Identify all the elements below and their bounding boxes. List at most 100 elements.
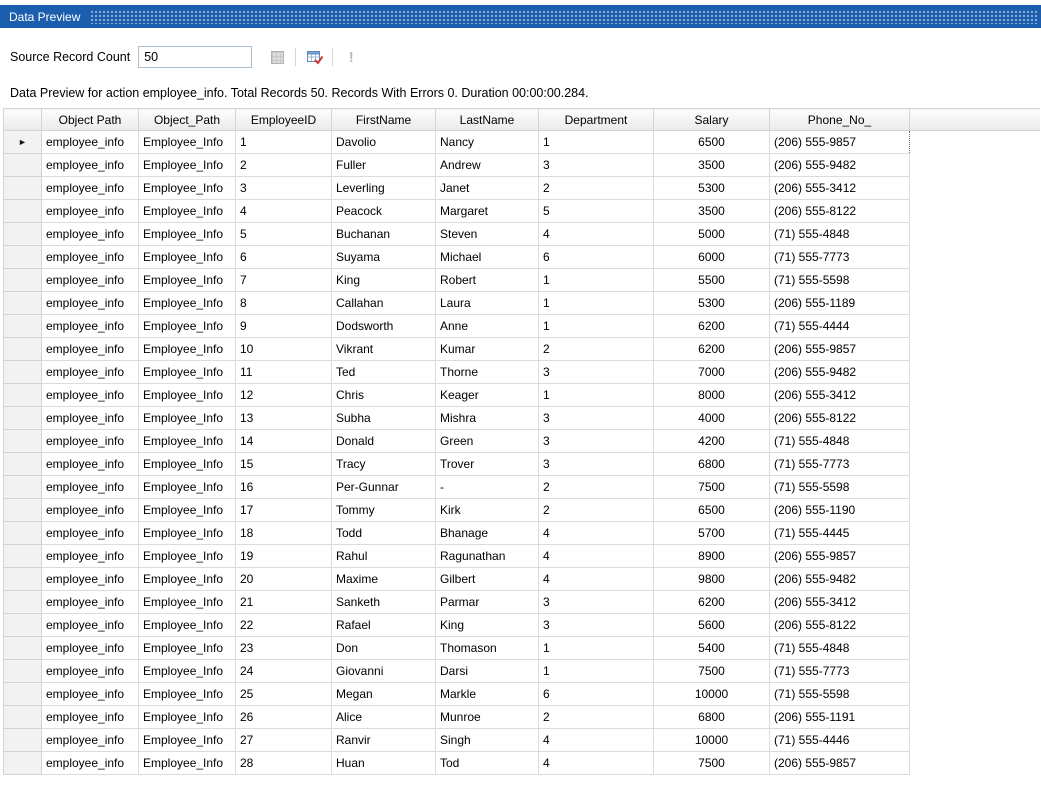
cell-object-path[interactable]: Employee_Info: [138, 567, 236, 591]
cell-object-path[interactable]: Employee_Info: [138, 590, 236, 614]
cell-object-path[interactable]: employee_info: [41, 544, 139, 568]
cell-lastname[interactable]: Trover: [435, 452, 539, 476]
cell-firstname[interactable]: Maxime: [331, 567, 436, 591]
cell-phone-no[interactable]: (206) 555-9857: [769, 130, 910, 154]
cell-phone-no[interactable]: (71) 555-4848: [769, 429, 910, 453]
cell-department[interactable]: 4: [538, 751, 654, 775]
cell-phone-no[interactable]: (71) 555-4445: [769, 521, 910, 545]
cell-employeeid[interactable]: 18: [235, 521, 332, 545]
column-header-employeeid[interactable]: EmployeeID: [235, 108, 332, 131]
column-header-lastname[interactable]: LastName: [435, 108, 539, 131]
cell-employeeid[interactable]: 13: [235, 406, 332, 430]
cell-phone-no[interactable]: (206) 555-1191: [769, 705, 910, 729]
export-grid-button[interactable]: [266, 46, 288, 68]
cell-employeeid[interactable]: 14: [235, 429, 332, 453]
cell-object-path[interactable]: Employee_Info: [138, 498, 236, 522]
cell-object-path[interactable]: employee_info: [41, 728, 139, 752]
cell-firstname[interactable]: Callahan: [331, 291, 436, 315]
cell-object-path[interactable]: employee_info: [41, 475, 139, 499]
cell-phone-no[interactable]: (71) 555-5598: [769, 475, 910, 499]
table-row[interactable]: employee_info Employee_Info 25 Megan Markle 6…: [3, 682, 1040, 706]
cell-lastname[interactable]: Markle: [435, 682, 539, 706]
cell-object-path[interactable]: employee_info: [41, 153, 139, 177]
cell-object-path[interactable]: Employee_Info: [138, 544, 236, 568]
cell-salary[interactable]: 6800: [653, 452, 770, 476]
cell-lastname[interactable]: Green: [435, 429, 539, 453]
table-row[interactable]: employee_info Employee_Info 14 Donald Green 3…: [3, 429, 1040, 453]
cell-employeeid[interactable]: 19: [235, 544, 332, 568]
table-row[interactable]: employee_info Employee_Info 20 Maxime Gilber…: [3, 567, 1040, 591]
cell-object-path[interactable]: employee_info: [41, 383, 139, 407]
table-row[interactable]: employee_info Employee_Info 8 Callahan Laura…: [3, 291, 1040, 315]
row-selector[interactable]: [3, 659, 42, 683]
cell-department[interactable]: 1: [538, 659, 654, 683]
cell-object-path[interactable]: employee_info: [41, 222, 139, 246]
table-row[interactable]: employee_info Employee_Info 26 Alice Munroe 2…: [3, 705, 1040, 729]
cell-employeeid[interactable]: 21: [235, 590, 332, 614]
table-row[interactable]: employee_info Employee_Info 6 Suyama Michael…: [3, 245, 1040, 269]
cell-department[interactable]: 3: [538, 452, 654, 476]
cell-object-path[interactable]: employee_info: [41, 291, 139, 315]
cell-object-path[interactable]: employee_info: [41, 130, 139, 154]
table-row[interactable]: ► employee_info Employee_Info 1 Davolio Nancy…: [3, 130, 1040, 154]
panel-header[interactable]: Data Preview: [0, 5, 1041, 28]
table-row[interactable]: employee_info Employee_Info 10 Vikrant Kumar…: [3, 337, 1040, 361]
cell-lastname[interactable]: Mishra: [435, 406, 539, 430]
table-row[interactable]: employee_info Employee_Info 11 Ted Thorne 3 70…: [3, 360, 1040, 384]
cell-firstname[interactable]: King: [331, 268, 436, 292]
cell-employeeid[interactable]: 9: [235, 314, 332, 338]
cell-phone-no[interactable]: (71) 555-5598: [769, 268, 910, 292]
cell-object-path[interactable]: Employee_Info: [138, 383, 236, 407]
column-header-department[interactable]: Department: [538, 108, 654, 131]
cell-employeeid[interactable]: 22: [235, 613, 332, 637]
cell-employeeid[interactable]: 10: [235, 337, 332, 361]
row-selector[interactable]: [3, 268, 42, 292]
row-selector[interactable]: [3, 567, 42, 591]
cell-firstname[interactable]: Ranvir: [331, 728, 436, 752]
cell-employeeid[interactable]: 17: [235, 498, 332, 522]
cell-salary[interactable]: 6200: [653, 337, 770, 361]
cell-object-path[interactable]: Employee_Info: [138, 199, 236, 223]
cell-object-path[interactable]: employee_info: [41, 521, 139, 545]
cell-employeeid[interactable]: 12: [235, 383, 332, 407]
cell-lastname[interactable]: Parmar: [435, 590, 539, 614]
cell-salary[interactable]: 6500: [653, 130, 770, 154]
cell-phone-no[interactable]: (206) 555-8122: [769, 406, 910, 430]
row-selector[interactable]: [3, 291, 42, 315]
cell-salary[interactable]: 8900: [653, 544, 770, 568]
table-row[interactable]: employee_info Employee_Info 22 Rafael King 3 5…: [3, 613, 1040, 637]
cell-salary[interactable]: 5600: [653, 613, 770, 637]
cell-lastname[interactable]: Kirk: [435, 498, 539, 522]
cell-employeeid[interactable]: 11: [235, 360, 332, 384]
cell-department[interactable]: 1: [538, 636, 654, 660]
cell-employeeid[interactable]: 6: [235, 245, 332, 269]
row-selector[interactable]: [3, 245, 42, 269]
cell-lastname[interactable]: Janet: [435, 176, 539, 200]
row-selector[interactable]: [3, 636, 42, 660]
cell-object-path[interactable]: employee_info: [41, 176, 139, 200]
cell-salary[interactable]: 6500: [653, 498, 770, 522]
cell-firstname[interactable]: Giovanni: [331, 659, 436, 683]
cell-salary[interactable]: 7500: [653, 659, 770, 683]
cell-object-path[interactable]: employee_info: [41, 268, 139, 292]
cell-employeeid[interactable]: 8: [235, 291, 332, 315]
cell-lastname[interactable]: Anne: [435, 314, 539, 338]
cell-object-path[interactable]: Employee_Info: [138, 659, 236, 683]
cell-object-path[interactable]: Employee_Info: [138, 682, 236, 706]
cell-lastname[interactable]: Ragunathan: [435, 544, 539, 568]
row-selector[interactable]: [3, 544, 42, 568]
cell-object-path[interactable]: Employee_Info: [138, 728, 236, 752]
table-row[interactable]: employee_info Employee_Info 19 Rahul Ragunat…: [3, 544, 1040, 568]
table-row[interactable]: employee_info Employee_Info 28 Huan Tod 4 7500…: [3, 751, 1040, 775]
cell-phone-no[interactable]: (206) 555-1190: [769, 498, 910, 522]
cell-firstname[interactable]: Subha: [331, 406, 436, 430]
cell-employeeid[interactable]: 26: [235, 705, 332, 729]
cell-object-path[interactable]: Employee_Info: [138, 475, 236, 499]
cell-lastname[interactable]: Kumar: [435, 337, 539, 361]
row-selector[interactable]: [3, 337, 42, 361]
cell-object-path[interactable]: Employee_Info: [138, 406, 236, 430]
cell-department[interactable]: 4: [538, 521, 654, 545]
cell-phone-no[interactable]: (71) 555-4446: [769, 728, 910, 752]
cell-object-path[interactable]: Employee_Info: [138, 314, 236, 338]
table-row[interactable]: employee_info Employee_Info 13 Subha Mishra 3…: [3, 406, 1040, 430]
